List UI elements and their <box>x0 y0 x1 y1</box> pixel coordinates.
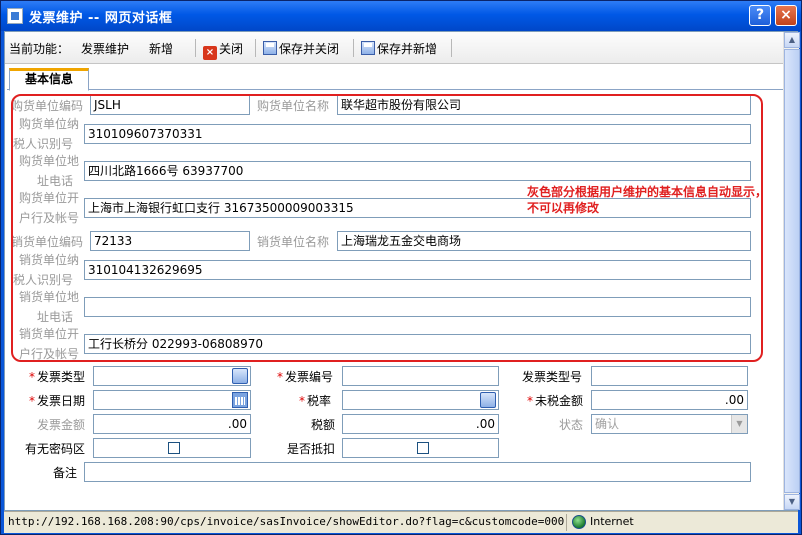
tax-rate-field[interactable] <box>342 390 499 410</box>
invoice-amount-field[interactable]: .00 <box>93 414 251 434</box>
invoice-date-label: 发票日期 <box>29 393 85 409</box>
close-button-label: 关闭 <box>219 42 244 56</box>
help-button[interactable]: ? <box>749 5 771 26</box>
scroll-down-button[interactable]: ▼ <box>784 494 800 510</box>
password-area-label: 有无密码区 <box>25 442 86 456</box>
globe-icon <box>572 515 586 529</box>
status-value: 确认 <box>595 417 620 431</box>
scroll-thumb[interactable] <box>784 49 800 493</box>
window-title: 发票维护 -- 网页对话框 <box>29 11 173 26</box>
save-icon <box>263 41 277 55</box>
security-zone: Internet <box>590 515 634 528</box>
calendar-icon[interactable] <box>232 392 248 408</box>
toolbar-separator <box>255 39 256 57</box>
status-label: 状态 <box>559 418 584 432</box>
status-divider <box>566 514 567 531</box>
invoice-type-field[interactable] <box>93 366 251 386</box>
save-icon <box>361 41 375 55</box>
toolbar: 当前功能： 发票维护 新增 × 关闭 保存并关闭 保存并新增 <box>5 32 783 64</box>
deduction-field <box>342 438 499 458</box>
invoice-number-field[interactable] <box>342 366 499 386</box>
save-and-new-button[interactable]: 保存并新增 <box>361 40 437 57</box>
invoice-type-label: 发票类型 <box>29 369 85 385</box>
dialog-window: 发票维护 -- 网页对话框 ? × 当前功能： 发票维护 新增 × 关闭 保存并关… <box>0 0 802 535</box>
tax-amount-label: 税额 <box>311 418 336 432</box>
title-bar: 发票维护 -- 网页对话框 ? × <box>1 1 801 31</box>
toolbar-separator <box>451 39 452 57</box>
pretax-amount-label: 未税金额 <box>527 393 583 409</box>
current-function-name: 发票维护 <box>81 42 130 56</box>
dialog-content: 当前功能： 发票维护 新增 ×关闭 保存并关闭 保存并新增 ▲ ▼ 基本信息 <box>4 31 800 511</box>
pretax-amount-field[interactable]: .00 <box>591 390 748 410</box>
status-url: http://192.168.168.208:90/cps/invoice/sa… <box>8 515 564 528</box>
remark-label: 备注 <box>53 466 78 480</box>
deduction-checkbox[interactable] <box>417 442 429 454</box>
remark-field[interactable] <box>84 462 751 482</box>
status-bar: http://192.168.168.208:90/cps/invoice/sa… <box>4 511 798 533</box>
close-window-button[interactable]: × <box>775 5 797 26</box>
picker-icon[interactable] <box>480 392 496 408</box>
invoice-model-label: 发票类型号 <box>522 370 583 384</box>
save-and-new-label: 保存并新增 <box>377 42 438 56</box>
save-and-close-label: 保存并关闭 <box>279 42 340 56</box>
dialog-icon <box>7 8 23 24</box>
deduction-label: 是否抵扣 <box>287 442 336 456</box>
tab-bar: 基本信息 <box>7 68 783 91</box>
invoice-amount-label: 发票金额 <box>37 418 86 432</box>
current-function-label: 当前功能： <box>9 42 70 56</box>
auto-filled-highlight <box>11 94 763 362</box>
scroll-up-button[interactable]: ▲ <box>784 32 800 48</box>
password-area-field <box>93 438 251 458</box>
tax-rate-label: 税率 <box>299 393 331 409</box>
invoice-model-field[interactable] <box>591 366 748 386</box>
auto-fill-note: 灰色部分根据用户维护的基本信息自动显示，不可以再修改 <box>527 185 768 215</box>
vertical-scrollbar[interactable]: ▲ ▼ <box>783 32 800 510</box>
current-mode: 新增 <box>149 42 174 56</box>
chevron-down-icon: ▼ <box>731 415 747 433</box>
password-area-checkbox[interactable] <box>168 442 180 454</box>
invoice-number-label: 发票编号 <box>277 369 333 385</box>
status-select: 确认 ▼ <box>591 414 748 434</box>
close-button[interactable]: × 关闭 <box>203 40 243 60</box>
toolbar-separator <box>353 39 354 57</box>
save-and-close-button[interactable]: 保存并关闭 <box>263 40 339 57</box>
tax-amount-field[interactable]: .00 <box>342 414 499 434</box>
toolbar-separator <box>195 39 196 57</box>
tab-basic-info[interactable]: 基本信息 <box>9 68 89 91</box>
close-icon: × <box>203 46 217 60</box>
invoice-date-field[interactable] <box>93 390 251 410</box>
picker-icon[interactable] <box>232 368 248 384</box>
